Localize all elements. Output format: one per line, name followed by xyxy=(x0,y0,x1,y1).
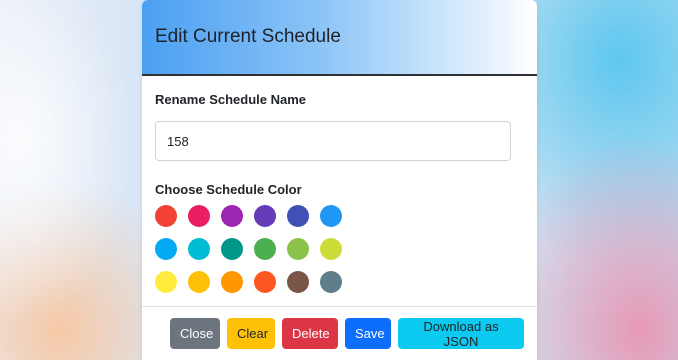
save-button[interactable]: Save xyxy=(345,318,391,349)
edit-schedule-modal: Edit Current Schedule Rename Schedule Na… xyxy=(142,0,537,360)
color-swatch[interactable] xyxy=(320,238,342,260)
color-swatch[interactable] xyxy=(287,271,309,293)
color-swatch[interactable] xyxy=(320,271,342,293)
color-swatch[interactable] xyxy=(287,238,309,260)
color-swatch[interactable] xyxy=(254,205,276,227)
clear-button[interactable]: Clear xyxy=(227,318,275,349)
color-label: Choose Schedule Color xyxy=(155,182,302,197)
color-swatch[interactable] xyxy=(188,238,210,260)
color-swatch[interactable] xyxy=(188,205,210,227)
modal-body: Rename Schedule Name Choose Schedule Col… xyxy=(142,76,537,293)
modal-footer: Close Clear Delete Save Download as JSON xyxy=(142,306,537,360)
color-swatch[interactable] xyxy=(221,271,243,293)
modal-header: Edit Current Schedule xyxy=(142,0,537,76)
color-swatch-grid xyxy=(155,205,524,293)
color-swatch[interactable] xyxy=(287,205,309,227)
color-swatch[interactable] xyxy=(254,238,276,260)
color-swatch[interactable] xyxy=(320,205,342,227)
color-swatch[interactable] xyxy=(221,205,243,227)
schedule-name-input[interactable] xyxy=(155,121,511,161)
rename-label: Rename Schedule Name xyxy=(155,92,307,107)
color-swatch[interactable] xyxy=(155,271,177,293)
delete-button[interactable]: Delete xyxy=(282,318,338,349)
download-json-button[interactable]: Download as JSON xyxy=(398,318,524,349)
color-swatch[interactable] xyxy=(155,238,177,260)
color-swatch[interactable] xyxy=(254,271,276,293)
color-swatch[interactable] xyxy=(221,238,243,260)
color-swatch[interactable] xyxy=(155,205,177,227)
color-swatch[interactable] xyxy=(188,271,210,293)
close-button[interactable]: Close xyxy=(170,318,220,349)
modal-title: Edit Current Schedule xyxy=(155,26,341,47)
